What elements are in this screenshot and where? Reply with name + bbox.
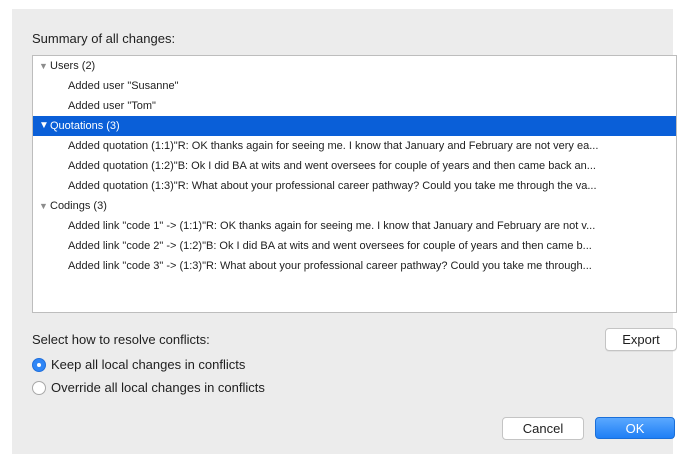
change-row[interactable]: Added quotation (1:3)"R: What about your… xyxy=(33,176,676,196)
change-row[interactable]: Added link "code 3" -> (1:3)"R: What abo… xyxy=(33,256,676,276)
resolve-conflicts-label: Select how to resolve conflicts: xyxy=(32,332,210,347)
ok-button[interactable]: OK xyxy=(595,417,675,439)
change-row[interactable]: Added link "code 1" -> (1:1)"R: OK thank… xyxy=(33,216,676,236)
conflict-resolution-dialog: Summary of all changes: ▼ Users (2) Added… xyxy=(12,9,677,454)
radio-override-local-changes[interactable]: Override all local changes in conflicts xyxy=(32,379,265,397)
group-label: Codings (3) xyxy=(50,200,107,212)
radio-selected-icon[interactable] xyxy=(32,357,46,372)
change-row[interactable]: Added quotation (1:2)"B: Ok I did BA at … xyxy=(33,156,676,176)
group-row-quotations[interactable]: ▼Quotations (3) xyxy=(33,116,676,136)
radio-keep-local-changes[interactable]: Keep all local changes in conflicts xyxy=(32,356,245,374)
change-row[interactable]: Added quotation (1:1)"R: OK thanks again… xyxy=(33,136,676,156)
changes-outline[interactable]: ▼ Users (2) Added user "Susanne" Added us… xyxy=(32,55,677,313)
cancel-button[interactable]: Cancel xyxy=(502,417,584,440)
summary-label: Summary of all changes: xyxy=(32,31,176,46)
group-row-codings[interactable]: ▼ Codings (3) xyxy=(33,196,676,216)
group-label: Quotations (3) xyxy=(50,120,120,132)
change-row[interactable]: Added user "Susanne" xyxy=(33,76,676,96)
group-row-users[interactable]: ▼ Users (2) xyxy=(33,56,676,76)
disclosure-triangle-icon[interactable]: ▼ xyxy=(39,116,49,136)
change-row[interactable]: Added user "Tom" xyxy=(33,96,676,116)
radio-label: Keep all local changes in conflicts xyxy=(51,357,246,372)
change-row[interactable]: Added link "code 2" -> (1:2)"B: Ok I did… xyxy=(33,236,676,256)
disclosure-triangle-icon[interactable]: ▼ xyxy=(39,56,48,76)
group-label: Users (2) xyxy=(50,60,96,72)
radio-label: Override all local changes in conflicts xyxy=(51,380,265,395)
radio-unselected-icon[interactable] xyxy=(32,380,46,395)
export-button[interactable]: Export xyxy=(605,328,677,351)
disclosure-triangle-icon[interactable]: ▼ xyxy=(39,196,48,216)
